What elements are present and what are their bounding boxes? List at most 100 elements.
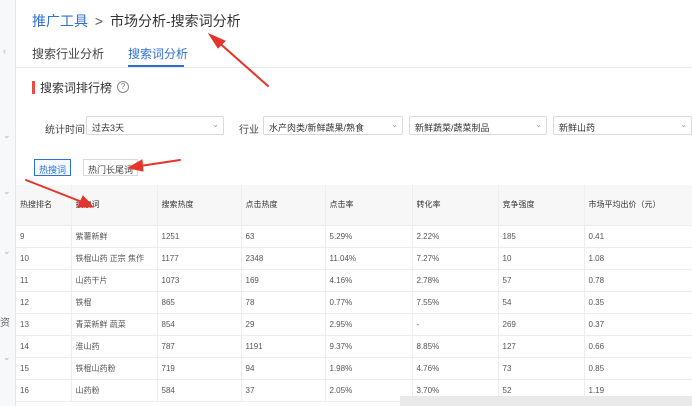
chevron-down-icon[interactable]: ⌄ bbox=[3, 246, 11, 257]
col-header-avg-bid[interactable]: 市场平均出价（元） bbox=[583, 185, 692, 226]
table-cell[interactable]: 铁棍 bbox=[70, 291, 157, 314]
table-row[interactable]: 9 紫薯新鲜 1251 63 5.29% 2.22% 185 0.41 bbox=[16, 225, 692, 248]
table-cell: 57 bbox=[497, 269, 584, 292]
chevron-down-icon: ⌄ bbox=[391, 120, 398, 129]
table-cell[interactable]: 青菜新鲜 蔬菜 bbox=[70, 313, 157, 336]
table-cell: 0.41 bbox=[583, 225, 692, 248]
table-cell: 54 bbox=[497, 291, 584, 314]
table-cell: 584 bbox=[156, 379, 241, 402]
table-cell[interactable]: 紫薯新鲜 bbox=[70, 225, 157, 248]
table-cell: 12 bbox=[16, 291, 71, 314]
left-sidebar: ‹ ⌄ ⌄ ⌄ 资 ⌄ bbox=[0, 0, 16, 406]
table-row[interactable]: 12 铁棍 865 78 0.77% 7.55% 54 0.35 bbox=[16, 291, 692, 314]
breadcrumb-separator: > bbox=[94, 13, 104, 29]
table-cell: 0.35 bbox=[583, 291, 692, 314]
time-select[interactable]: 过去3天 ⌄ bbox=[86, 116, 224, 135]
table-cell: 11.04% bbox=[324, 247, 412, 270]
table-cell: 7.27% bbox=[411, 247, 498, 270]
table-cell: 29 bbox=[240, 313, 325, 336]
table-cell: 1.08 bbox=[583, 247, 692, 270]
table-cell: 0.66 bbox=[583, 335, 692, 358]
col-header-search-heat[interactable]: 搜索热度 bbox=[156, 185, 241, 226]
table-cell: - bbox=[411, 313, 498, 336]
table-cell: 16 bbox=[16, 379, 71, 402]
table-cell[interactable]: 山药粉 bbox=[70, 379, 157, 402]
col-header-conversion[interactable]: 转化率 bbox=[411, 185, 498, 226]
table-cell: 9 bbox=[16, 225, 71, 248]
time-filter-label: 统计时间 bbox=[45, 125, 85, 136]
chevron-down-icon[interactable]: ⌄ bbox=[3, 130, 11, 141]
table-row[interactable]: 11 山药干片 1073 169 4.16% 2.78% 57 0.78 bbox=[16, 269, 692, 292]
col-header-ctr[interactable]: 点击率 bbox=[324, 185, 412, 226]
table-cell: 10 bbox=[497, 247, 584, 270]
status-strip bbox=[400, 396, 692, 406]
table-cell: 37 bbox=[240, 379, 325, 402]
table-cell: 2348 bbox=[240, 247, 325, 270]
table-cell: 94 bbox=[240, 357, 325, 380]
tab-long-tail-keywords[interactable]: 热门长尾词 bbox=[83, 159, 139, 176]
time-select-value: 过去3天 bbox=[92, 123, 125, 133]
table-cell: 1191 bbox=[240, 335, 325, 358]
table-cell: 10 bbox=[16, 247, 71, 270]
table-cell: 14 bbox=[16, 335, 71, 358]
tab-hot-keywords[interactable]: 热搜词 bbox=[34, 159, 72, 176]
table-cell: 127 bbox=[497, 335, 584, 358]
question-circle-icon[interactable]: ? bbox=[117, 81, 130, 93]
col-header-competition[interactable]: 竞争强度 bbox=[497, 185, 584, 226]
table-cell: 15 bbox=[16, 357, 71, 380]
table-cell: 1251 bbox=[156, 225, 241, 248]
breadcrumb-link-root[interactable]: 推广工具 bbox=[32, 13, 88, 29]
chevron-down-icon: ⌄ bbox=[535, 120, 542, 129]
col-header-rank[interactable]: 热搜排名 bbox=[16, 185, 71, 226]
category-select-2-value: 新鲜蔬菜/蔬菜制品 bbox=[415, 123, 490, 133]
table-cell: 2.22% bbox=[411, 225, 498, 248]
table-row[interactable]: 14 淮山药 787 1191 9.37% 8.85% 127 0.66 bbox=[16, 335, 692, 358]
table-row[interactable]: 13 青菜新鲜 蔬菜 854 29 2.95% -269 0.37 bbox=[16, 313, 692, 336]
table-header-row: 热搜排名 搜索词 搜索热度 点击热度 点击率 转化率 竞争强度 市场平均出价（元… bbox=[16, 185, 692, 226]
section-heading: 搜索词排行榜 ? bbox=[32, 79, 130, 95]
chevron-icon[interactable]: ‹ bbox=[3, 46, 6, 56]
industry-filter-label: 行业 bbox=[239, 125, 259, 136]
table-cell: 185 bbox=[497, 225, 584, 248]
active-tab-indicator bbox=[128, 65, 184, 67]
table-cell: 11 bbox=[16, 269, 71, 292]
table-cell: 1073 bbox=[156, 269, 241, 292]
table-cell: 2.95% bbox=[324, 313, 412, 336]
analysis-tabs: 搜索行业分析 搜索词分析 bbox=[16, 38, 692, 68]
keyword-ranking-table: 热搜排名 搜索词 搜索热度 点击热度 点击率 转化率 竞争强度 市场平均出价（元… bbox=[16, 185, 692, 402]
chevron-down-icon[interactable]: ⌄ bbox=[3, 186, 11, 197]
tab-keyword-analysis[interactable]: 搜索词分析 bbox=[128, 45, 188, 62]
table-cell: 63 bbox=[240, 225, 325, 248]
col-header-keyword[interactable]: 搜索词 bbox=[70, 185, 157, 226]
section-accent-bar bbox=[32, 80, 35, 94]
table-cell[interactable]: 铁棍山药粉 bbox=[70, 357, 157, 380]
tab-industry-analysis[interactable]: 搜索行业分析 bbox=[32, 45, 104, 62]
category-select-3[interactable]: 新鲜山药 ⌄ bbox=[553, 116, 692, 135]
chevron-down-icon[interactable]: ⌄ bbox=[3, 352, 11, 363]
table-cell: 2.05% bbox=[324, 379, 412, 402]
table-cell: 269 bbox=[497, 313, 584, 336]
table-cell[interactable]: 山药干片 bbox=[70, 269, 157, 292]
table-row[interactable]: 15 铁棍山药粉 719 94 1.98% 4.76% 73 0.85 bbox=[16, 357, 692, 380]
table-cell[interactable]: 铁棍山药 正宗 焦作 bbox=[70, 247, 157, 270]
table-cell: 9.37% bbox=[324, 335, 412, 358]
table-cell: 1.98% bbox=[324, 357, 412, 380]
table-cell: 1177 bbox=[156, 247, 241, 270]
col-header-click-heat[interactable]: 点击热度 bbox=[240, 185, 325, 226]
sidebar-item-label[interactable]: 资 bbox=[0, 314, 10, 329]
category-select-3-value: 新鲜山药 bbox=[559, 123, 596, 133]
category-select-1[interactable]: 水产肉类/新鲜蔬果/熟食 ⌄ bbox=[263, 116, 403, 135]
table-cell: 2.78% bbox=[411, 269, 498, 292]
table-cell: 13 bbox=[16, 313, 71, 336]
table-cell: 8.85% bbox=[411, 335, 498, 358]
table-cell: 5.29% bbox=[324, 225, 412, 248]
table-cell: 73 bbox=[497, 357, 584, 380]
chevron-down-icon: ⌄ bbox=[212, 120, 219, 129]
breadcrumb: 推广工具 > 市场分析-搜索词分析 bbox=[32, 11, 241, 31]
table-cell: 787 bbox=[156, 335, 241, 358]
category-select-2[interactable]: 新鲜蔬菜/蔬菜制品 ⌄ bbox=[409, 116, 547, 135]
table-cell[interactable]: 淮山药 bbox=[70, 335, 157, 358]
table-cell: 78 bbox=[240, 291, 325, 314]
table-row[interactable]: 10 铁棍山药 正宗 焦作 1177 2348 11.04% 7.27% 10 1.08 bbox=[16, 247, 692, 270]
table-cell: 719 bbox=[156, 357, 241, 380]
